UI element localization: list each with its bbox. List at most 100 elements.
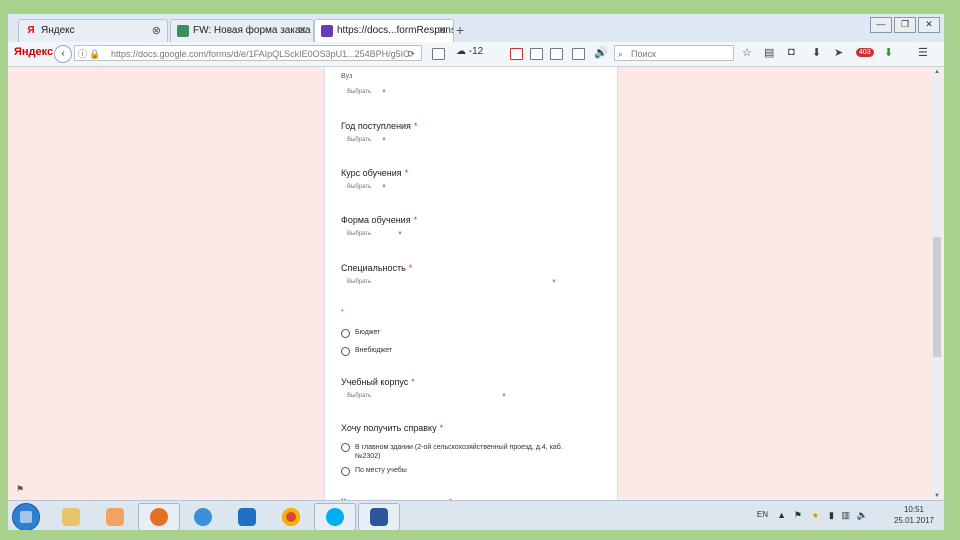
google-form: Вуз Выбрать ▼ Год поступления * Выбрать ▼ К… bbox=[324, 67, 618, 507]
lock-icon: 🔒 bbox=[89, 49, 101, 59]
notes-icon[interactable] bbox=[572, 48, 585, 60]
send-icon[interactable]: ➤ bbox=[834, 46, 843, 59]
tab-yandex[interactable]: Я Яндекс ⊗ bbox=[18, 19, 168, 42]
tab-label: FW: Новая форма заказа ... bbox=[193, 25, 314, 36]
weather-cloud-icon: ☁ bbox=[456, 46, 466, 57]
question-label: Форма обучения * bbox=[341, 215, 418, 225]
question-label: Хочу получить справку * bbox=[341, 423, 444, 433]
search-icon: ⌕ bbox=[618, 49, 624, 59]
taskbar-ie[interactable] bbox=[182, 503, 224, 530]
battery-icon[interactable]: ▮ bbox=[829, 510, 834, 521]
question-label: Год поступления * bbox=[341, 121, 418, 131]
chevron-down-icon: ▼ bbox=[501, 393, 507, 399]
tab-fw-form[interactable]: FW: Новая форма заказа ... ✕ bbox=[170, 19, 314, 42]
radio-budget[interactable] bbox=[341, 329, 350, 338]
study-form-dropdown[interactable]: Выбрать ▼ bbox=[347, 231, 403, 237]
network-icon[interactable]: ▥ bbox=[841, 510, 850, 521]
close-tab-icon[interactable]: ✕ bbox=[438, 20, 447, 42]
dropdown-select[interactable]: Выбрать ▼ bbox=[347, 89, 387, 95]
bookmark-star-icon[interactable]: ☆ bbox=[742, 46, 752, 59]
language-indicator[interactable]: EN bbox=[757, 510, 768, 519]
chevron-down-icon: ▼ bbox=[381, 137, 387, 143]
info-icon[interactable]: ⓘ bbox=[78, 46, 87, 62]
clock[interactable]: 10:51 25.01.2017 bbox=[892, 504, 936, 526]
new-tab-button[interactable]: + bbox=[456, 22, 464, 38]
minimize-button[interactable]: — bbox=[870, 17, 892, 33]
reload-icon[interactable]: ⟳ bbox=[407, 46, 415, 62]
back-button[interactable]: ‹ bbox=[54, 45, 72, 63]
mail-icon[interactable] bbox=[432, 48, 445, 60]
volume-icon[interactable]: 🔈 bbox=[857, 510, 868, 521]
chevron-down-icon: ▼ bbox=[381, 184, 387, 190]
badge-icon[interactable]: 403 bbox=[856, 48, 874, 57]
close-window-button[interactable]: ✕ bbox=[918, 17, 940, 33]
taskbar-outlook[interactable] bbox=[226, 503, 268, 530]
close-tab-icon[interactable]: ⊗ bbox=[152, 20, 161, 42]
radio-study-place[interactable] bbox=[341, 467, 350, 476]
browser-screen: Я Яндекс ⊗ FW: Новая форма заказа ... ✕ … bbox=[8, 14, 944, 530]
taskbar-firefox[interactable] bbox=[138, 503, 180, 530]
yandex-logo[interactable]: Яндекс bbox=[14, 46, 53, 58]
flag-tray-icon[interactable]: ⚑ bbox=[794, 510, 802, 521]
translate-icon[interactable] bbox=[530, 48, 543, 60]
menu-icon[interactable]: ☰ bbox=[918, 46, 928, 59]
chrome-icon bbox=[282, 508, 300, 526]
year-dropdown[interactable]: Выбрать ▼ bbox=[347, 137, 387, 143]
speaker-icon[interactable]: 🔊 bbox=[594, 46, 608, 59]
radio-nonbudget[interactable] bbox=[341, 347, 350, 356]
clock-date: 25.01.2017 bbox=[893, 516, 935, 525]
close-tab-icon[interactable]: ✕ bbox=[298, 20, 307, 42]
scrollbar-thumb[interactable] bbox=[933, 237, 941, 357]
scroll-down-icon[interactable]: ▼ bbox=[932, 493, 942, 499]
chevron-down-icon: ▼ bbox=[381, 89, 387, 95]
outlook-icon bbox=[238, 508, 256, 526]
tab-docs-form[interactable]: https://docs...formResponse ✕ bbox=[314, 19, 454, 42]
windows-taskbar: EN ▲ ⚑ ● ▮ ▥ 🔈 10:51 25.01.2017 bbox=[8, 500, 944, 530]
start-button[interactable] bbox=[12, 503, 40, 530]
flag-icon[interactable]: ⚑ bbox=[16, 484, 24, 495]
tab-strip: Я Яндекс ⊗ FW: Новая форма заказа ... ✕ … bbox=[8, 14, 944, 42]
clock-time: 10:51 bbox=[903, 505, 925, 514]
firefox-icon bbox=[150, 508, 168, 526]
taskbar-media[interactable] bbox=[94, 503, 136, 530]
radio-label: Бюджет bbox=[355, 329, 381, 336]
taskbar-word[interactable] bbox=[358, 503, 400, 530]
taskbar-chrome[interactable] bbox=[270, 503, 312, 530]
radio-main-building[interactable] bbox=[341, 443, 350, 452]
tab-label: https://docs...formResponse bbox=[337, 25, 454, 36]
maximize-button[interactable]: ❐ bbox=[894, 17, 916, 33]
chevron-down-icon: ▼ bbox=[397, 231, 403, 237]
building-dropdown[interactable]: Выбрать ▼ bbox=[347, 393, 509, 399]
vertical-scrollbar[interactable]: ▲ ▼ bbox=[932, 67, 942, 501]
extension-icon[interactable] bbox=[510, 48, 523, 60]
folder-icon bbox=[62, 508, 80, 526]
navigation-toolbar: Яндекс ‹ ⓘ 🔒 https://docs.google.com/for… bbox=[8, 42, 944, 67]
pocket-icon[interactable]: ◘ bbox=[788, 46, 795, 58]
course-dropdown[interactable]: Выбрать ▼ bbox=[347, 184, 387, 190]
mail-icon bbox=[177, 25, 189, 37]
weather-temp: -12 bbox=[468, 46, 484, 57]
screenshot-icon[interactable] bbox=[550, 48, 563, 60]
reading-list-icon[interactable]: ▤ bbox=[764, 46, 774, 59]
tab-label: Яндекс bbox=[41, 25, 75, 36]
taskbar-explorer[interactable] bbox=[50, 503, 92, 530]
download-icon[interactable]: ⬇ bbox=[812, 46, 821, 59]
yandex-icon: Я bbox=[27, 25, 35, 36]
scroll-up-icon[interactable]: ▲ bbox=[932, 69, 942, 75]
forms-icon bbox=[321, 25, 333, 37]
radio-label: Внебюджет bbox=[355, 347, 393, 354]
update-tray-icon[interactable]: ● bbox=[813, 510, 818, 520]
system-tray: EN ▲ ⚑ ● ▮ ▥ 🔈 10:51 25.01.2017 bbox=[736, 504, 936, 528]
taskbar-skype[interactable] bbox=[314, 503, 356, 530]
radio-label: В главном здании (2-ой сельскохозяйствен… bbox=[355, 444, 563, 460]
search-input[interactable]: ⌕ Поиск bbox=[614, 45, 734, 61]
specialty-dropdown[interactable]: Выбрать ▼ bbox=[347, 279, 557, 285]
question-label: Курс обучения * bbox=[341, 168, 409, 178]
chevron-down-icon: ▼ bbox=[551, 279, 557, 285]
addon-download-icon[interactable]: ⬇ bbox=[884, 46, 893, 59]
skype-icon bbox=[326, 508, 344, 526]
address-bar[interactable]: ⓘ 🔒 https://docs.google.com/forms/d/e/1F… bbox=[74, 45, 422, 61]
show-hidden-icons-icon[interactable]: ▲ bbox=[777, 510, 786, 520]
weather-widget[interactable]: ☁ -12 bbox=[456, 46, 483, 57]
search-placeholder: Поиск bbox=[631, 49, 656, 59]
